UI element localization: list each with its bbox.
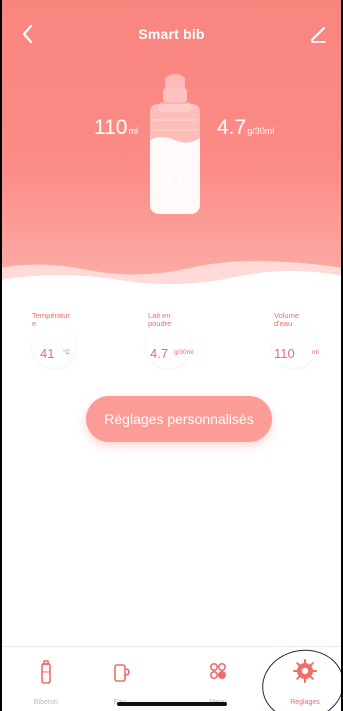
- device-frame: [0, 0, 343, 711]
